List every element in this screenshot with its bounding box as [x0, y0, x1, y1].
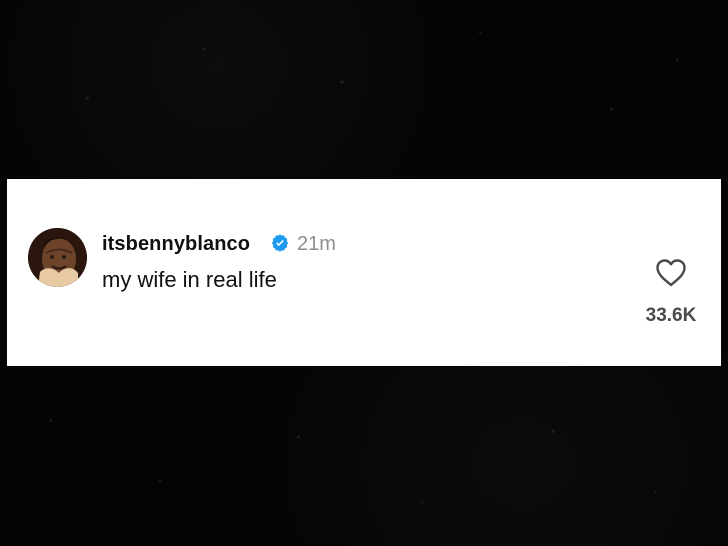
post-card: itsbennyblanco 21m my wife in real life …	[7, 179, 721, 366]
like-count: 33.6K	[645, 305, 697, 326]
post-text: my wife in real life	[102, 267, 277, 292]
timestamp: 21m	[297, 233, 336, 255]
heart-icon[interactable]	[654, 258, 688, 288]
verified-badge-icon	[271, 234, 289, 252]
username[interactable]: itsbennyblanco	[102, 233, 250, 256]
avatar[interactable]	[28, 228, 87, 287]
